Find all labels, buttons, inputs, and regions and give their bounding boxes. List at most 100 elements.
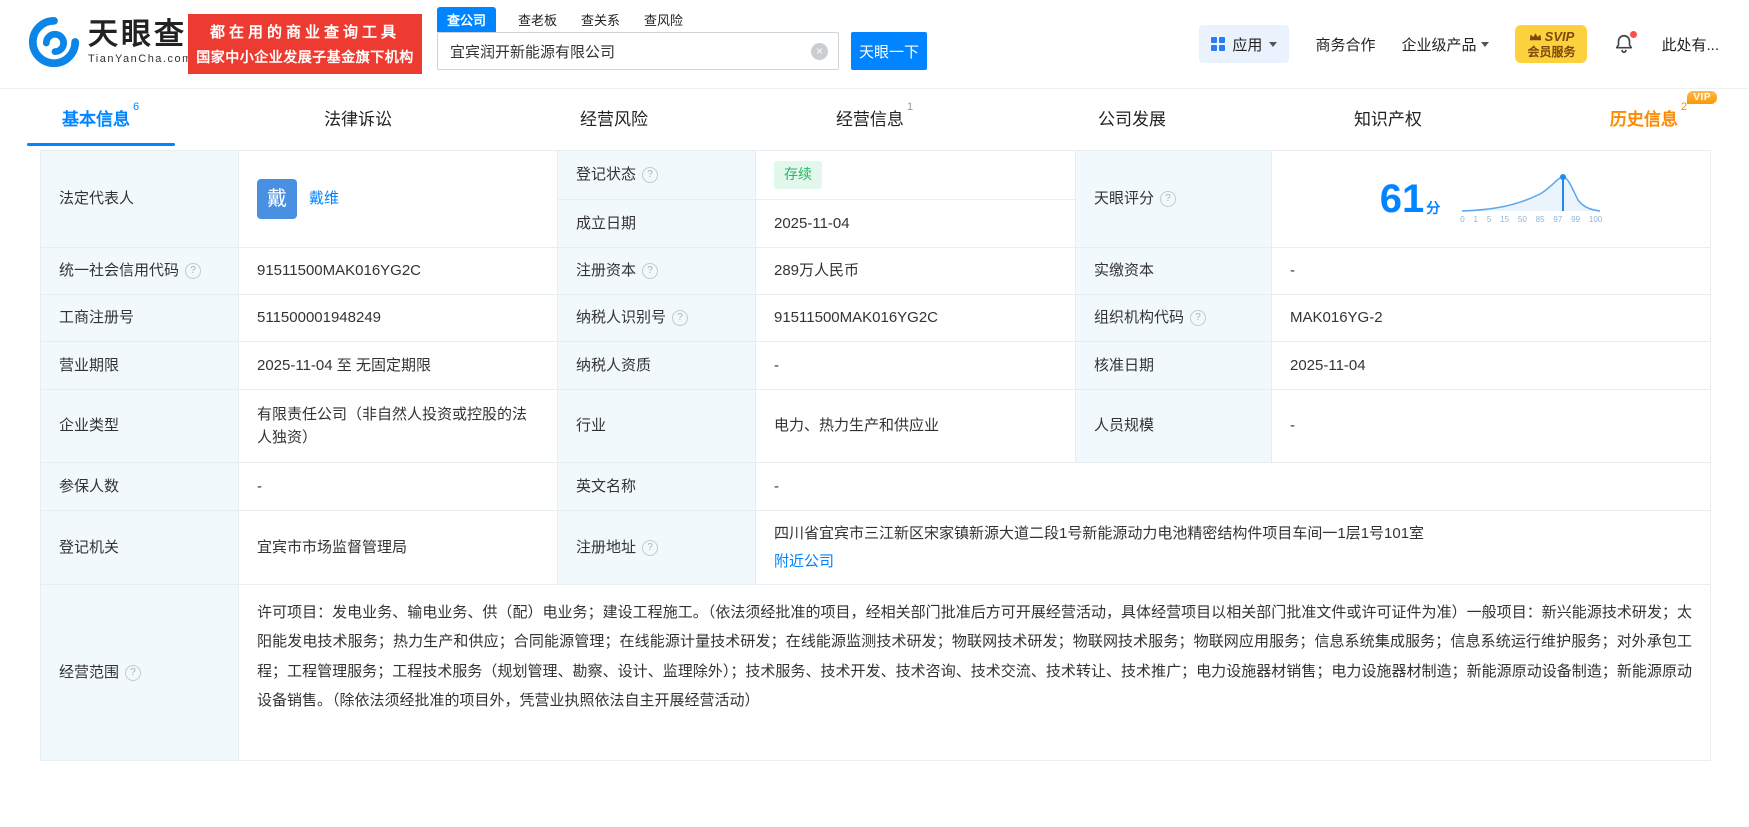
field-label-reg-status: 登记状态 — [558, 151, 756, 200]
field-value-staff-size: - — [1272, 390, 1711, 463]
tianyancha-logo-icon — [28, 16, 80, 68]
search-input[interactable] — [448, 42, 811, 61]
field-label-company-type: 企业类型 — [41, 390, 239, 463]
help-icon[interactable] — [1160, 191, 1176, 207]
tab-label: 历史信息 — [1610, 105, 1678, 130]
search-area: 查公司 查老板 查关系 查风险 天眼一下 — [437, 6, 927, 70]
tab-label: 公司发展 — [1098, 105, 1166, 130]
field-value-taxpayer-quality: - — [756, 342, 1076, 390]
crown-icon — [1529, 32, 1542, 42]
field-value-reg-status: 存续 — [756, 151, 1076, 200]
search-tab-boss[interactable]: 查老板 — [516, 7, 559, 32]
tab-history-info[interactable]: VIP 历史信息 2 — [1610, 88, 1687, 146]
search-tab-relation[interactable]: 查关系 — [579, 7, 622, 32]
brand-name: 天眼查 — [88, 20, 193, 50]
logo[interactable]: 天眼查 TianYanCha.com — [28, 16, 193, 68]
header: 天眼查 TianYanCha.com 都在用的商业查询工具 国家中小企业发展子基… — [0, 0, 1749, 89]
enterprise-products-link[interactable]: 企业级产品 — [1401, 34, 1489, 55]
user-name: 此处有... — [1661, 34, 1719, 55]
vip-tag: VIP — [1687, 91, 1717, 104]
field-label-reg-address: 注册地址 — [558, 511, 756, 585]
field-label-tax-id: 纳税人识别号 — [558, 295, 756, 342]
field-value-company-type: 有限责任公司（非自然人投资或控股的法人独资） — [239, 390, 558, 463]
business-coop-link[interactable]: 商务合作 — [1315, 34, 1375, 55]
page: 天眼查 TianYanCha.com 都在用的商业查询工具 国家中小企业发展子基… — [0, 0, 1749, 827]
field-label-reg-number: 工商注册号 — [41, 295, 239, 342]
field-value-reg-number: 511500001948249 — [239, 295, 558, 342]
field-value-legal-rep: 戴 戴维 — [239, 151, 558, 248]
field-value-business-term: 2025-11-04 至 无固定期限 — [239, 342, 558, 390]
help-icon[interactable] — [125, 665, 141, 681]
tab-basic-info[interactable]: 基本信息 6 — [62, 88, 139, 146]
tab-label: 经营信息 — [836, 105, 904, 130]
slogan-line2: 国家中小企业发展子基金旗下机构 — [196, 47, 414, 67]
search-button[interactable]: 天眼一下 — [851, 32, 927, 70]
field-label-reg-authority: 登记机关 — [41, 511, 239, 585]
field-value-approval-date: 2025-11-04 — [1272, 342, 1711, 390]
tab-label: 知识产权 — [1354, 105, 1422, 130]
svip-badge[interactable]: SVIP 会员服务 — [1515, 25, 1587, 63]
search-tabs: 查公司 查老板 查关系 查风险 — [437, 6, 927, 32]
help-icon[interactable] — [642, 167, 658, 183]
tab-operation-risk[interactable]: 经营风险 — [580, 88, 651, 146]
field-label-reg-capital: 注册资本 — [558, 248, 756, 295]
nearby-companies-link[interactable]: 附近公司 — [774, 550, 834, 573]
tab-company-development[interactable]: 公司发展 — [1098, 88, 1169, 146]
notification-bell-icon[interactable] — [1613, 33, 1635, 55]
legal-rep-name-link[interactable]: 戴维 — [309, 187, 339, 210]
search-tab-risk[interactable]: 查风险 — [642, 7, 685, 32]
field-value-org-code: MAK016YG-2 — [1272, 295, 1711, 342]
search-box — [437, 32, 839, 70]
field-label-industry: 行业 — [558, 390, 756, 463]
svip-sublabel: 会员服务 — [1527, 45, 1575, 59]
field-label-paid-capital: 实缴资本 — [1076, 248, 1272, 295]
apps-button[interactable]: 应用 — [1199, 25, 1289, 63]
brand-domain: TianYanCha.com — [88, 53, 193, 65]
field-label-taxpayer-quality: 纳税人资质 — [558, 342, 756, 390]
legal-rep-avatar[interactable]: 戴 — [257, 179, 297, 219]
tab-count: 2 — [1681, 101, 1687, 113]
field-label-est-date: 成立日期 — [558, 200, 756, 248]
field-value-business-scope: 许可项目：发电业务、输电业务、供（配）电业务；建设工程施工。（依法须经批准的项目… — [239, 585, 1711, 761]
field-label-credit-code: 统一社会信用代码 — [41, 248, 239, 295]
field-label-legal-rep: 法定代表人 — [41, 151, 239, 248]
tab-count: 6 — [133, 101, 139, 113]
chevron-down-icon — [1481, 42, 1489, 47]
field-value-reg-authority: 宜宾市市场监督管理局 — [239, 511, 558, 585]
score-chart: 01 515 5085 9799 100 — [1460, 171, 1602, 226]
tab-count: 1 — [907, 101, 913, 113]
tab-intellectual-property[interactable]: 知识产权 — [1354, 88, 1425, 146]
field-value-paid-capital: - — [1272, 248, 1711, 295]
field-label-staff-size: 人员规模 — [1076, 390, 1272, 463]
help-icon[interactable] — [672, 310, 688, 326]
address-text: 四川省宜宾市三江新区宋家镇新源大道二段1号新能源动力电池精密结构件项目车间一1层… — [774, 522, 1424, 545]
clear-icon[interactable] — [811, 43, 828, 60]
notification-dot — [1630, 31, 1637, 38]
score-axis-ticks: 01 515 5085 9799 100 — [1460, 214, 1602, 226]
score-trend-curve-icon — [1460, 171, 1602, 213]
header-nav: 应用 商务合作 企业级产品 SVIP 会员服务 — [1199, 25, 1719, 63]
score-value: 61 分 — [1380, 179, 1441, 219]
enterprise-products-label: 企业级产品 — [1401, 34, 1476, 55]
field-value-est-date: 2025-11-04 — [756, 200, 1076, 248]
field-value-tax-id: 91511500MAK016YG2C — [756, 295, 1076, 342]
field-label-score: 天眼评分 — [1076, 151, 1272, 248]
search-tab-company[interactable]: 查公司 — [437, 7, 496, 32]
slogan-banner: 都在用的商业查询工具 国家中小企业发展子基金旗下机构 — [188, 14, 422, 74]
help-icon[interactable] — [642, 540, 658, 556]
logo-text: 天眼查 TianYanCha.com — [88, 20, 193, 65]
help-icon[interactable] — [642, 263, 658, 279]
search-row: 天眼一下 — [437, 32, 927, 70]
tab-operation-info[interactable]: 经营信息 1 — [836, 88, 913, 146]
field-value-industry: 电力、热力生产和供应业 — [756, 390, 1076, 463]
help-icon[interactable] — [1190, 310, 1206, 326]
user-menu[interactable]: 此处有... — [1661, 34, 1719, 55]
tab-label: 基本信息 — [62, 105, 130, 130]
field-label-english-name: 英文名称 — [558, 463, 756, 511]
field-value-credit-code: 91511500MAK016YG2C — [239, 248, 558, 295]
basic-info-table: 法定代表人 戴 戴维 登记状态 存续 天眼评分 61 分 — [40, 150, 1711, 761]
field-label-business-term: 营业期限 — [41, 342, 239, 390]
field-value-reg-capital: 289万人民币 — [756, 248, 1076, 295]
help-icon[interactable] — [185, 263, 201, 279]
tab-legal-proceedings[interactable]: 法律诉讼 — [324, 88, 395, 146]
